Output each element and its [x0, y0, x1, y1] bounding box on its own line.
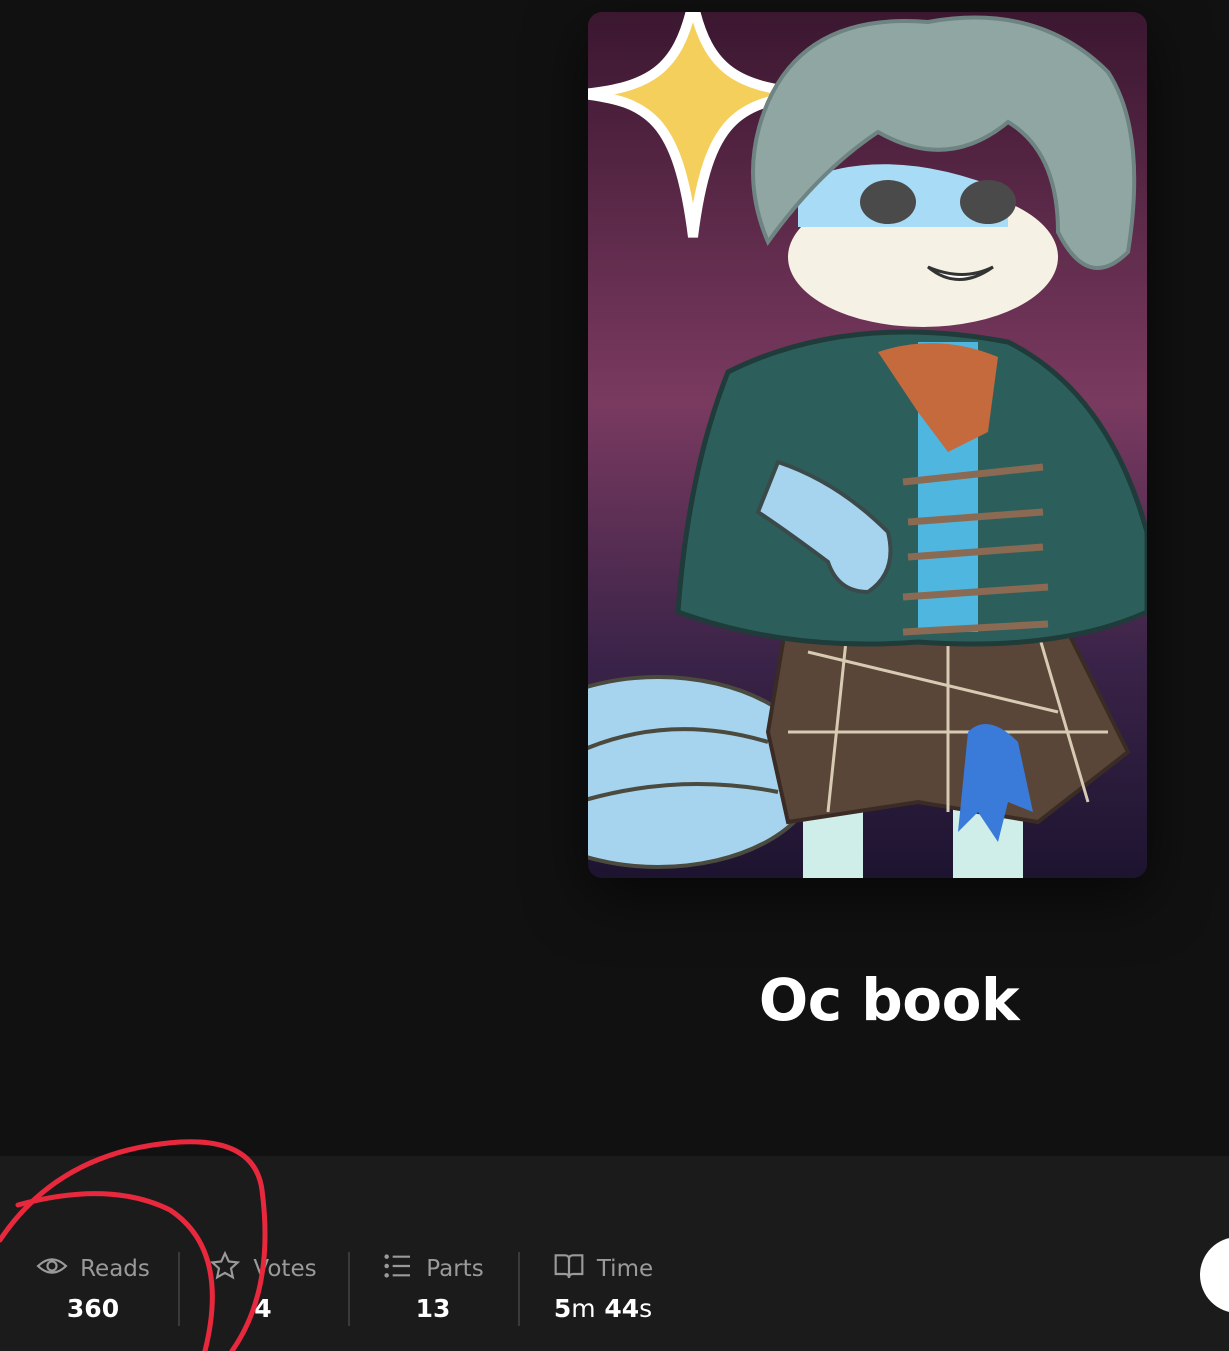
list-icon — [382, 1250, 414, 1288]
star-icon — [209, 1250, 241, 1288]
stat-value: 360 — [66, 1294, 120, 1323]
stat-label: Reads — [80, 1256, 150, 1282]
time-seconds-unit: s — [639, 1294, 653, 1323]
stat-label: Votes — [253, 1256, 317, 1282]
story-cover-image[interactable] — [588, 12, 1147, 878]
stat-label: Parts — [426, 1256, 484, 1282]
stat-reads: Reads 360 — [8, 1252, 178, 1332]
stat-value: 5m 44s — [518, 1294, 688, 1323]
eye-icon — [36, 1250, 68, 1288]
story-title: Oc book — [758, 966, 1020, 1034]
stat-parts: Parts 13 — [348, 1252, 518, 1332]
stat-value: 13 — [415, 1294, 451, 1323]
book-icon — [553, 1250, 585, 1288]
time-seconds: 44 — [604, 1294, 640, 1323]
story-stats-bar: Reads 360 Votes 4 Parts 13 Time 5m 44s — [0, 1156, 1229, 1351]
stat-votes: Votes 4 — [178, 1250, 348, 1332]
time-minutes: 5 — [553, 1294, 572, 1323]
stat-value: 4 — [254, 1294, 272, 1323]
time-minutes-unit: m — [571, 1294, 596, 1323]
stat-time: Time 5m 44s — [518, 1252, 688, 1332]
stat-label: Time — [596, 1256, 654, 1282]
